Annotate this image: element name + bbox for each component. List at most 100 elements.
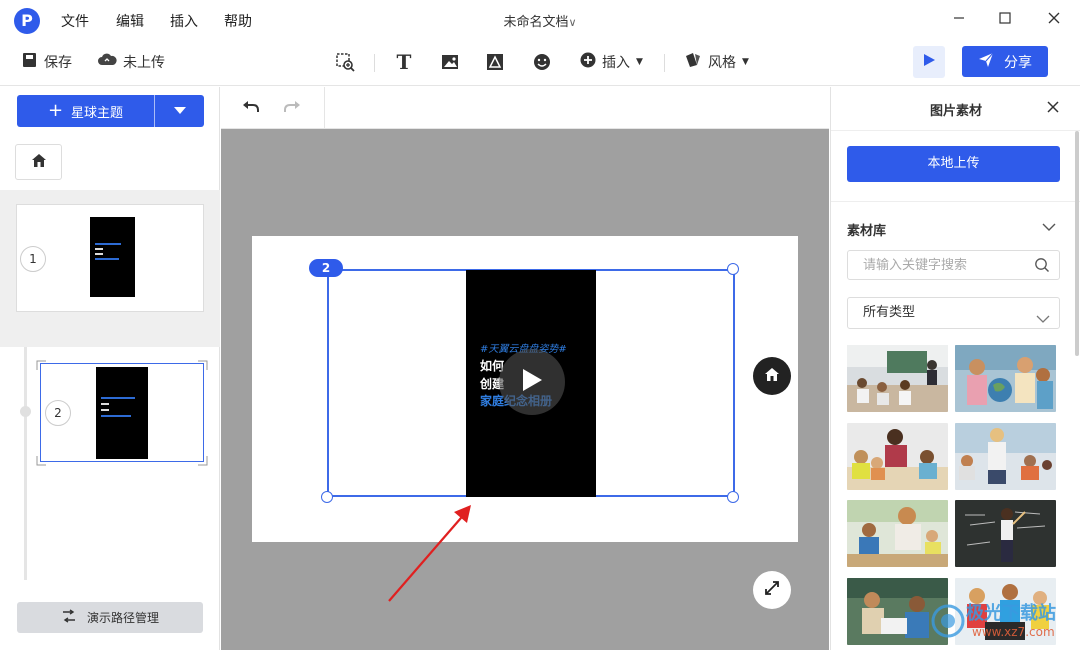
- caret-down-icon: [174, 104, 186, 119]
- watermark: 极光下载站 www.xz7.com: [928, 597, 1078, 649]
- save-icon: [22, 52, 38, 72]
- chevron-down-icon: [1036, 306, 1050, 336]
- insert-button[interactable]: 插入 ▼: [580, 52, 643, 72]
- redo-icon[interactable]: [282, 97, 304, 119]
- slide-thumbnail-1-row[interactable]: 1: [0, 190, 220, 347]
- save-label: 保存: [44, 55, 72, 71]
- image-tile-classroom[interactable]: [847, 345, 948, 412]
- play-icon: [521, 368, 543, 396]
- document-title-area: 未命名文档∨: [0, 11, 1080, 30]
- path-manager-label: 演示路径管理: [86, 611, 159, 625]
- image-icon[interactable]: [438, 50, 462, 74]
- menu-help[interactable]: 帮助: [224, 11, 252, 31]
- scrollbar[interactable]: [1075, 131, 1079, 356]
- divider: [831, 201, 1080, 202]
- text-icon[interactable]: T: [392, 50, 416, 74]
- canvas-toolbar: [221, 87, 829, 129]
- resize-handle-br[interactable]: [727, 491, 739, 503]
- slide[interactable]: 2 #天翼云盘盘姿势# 如何 创建 家庭纪念相册: [252, 236, 798, 542]
- emoji-icon[interactable]: [530, 50, 554, 74]
- main-toolbar: 保存 未上传 T 插入 ▼ 风格 ▼ 分享: [0, 40, 1080, 86]
- share-label: 分享: [1004, 54, 1032, 71]
- plus-circle-icon: [580, 52, 596, 72]
- share-button[interactable]: 分享: [962, 46, 1048, 77]
- send-icon: [978, 52, 994, 72]
- search-box: [847, 250, 1060, 280]
- search-input[interactable]: [848, 251, 1028, 279]
- home-view-button[interactable]: [753, 357, 791, 395]
- path-dot: [20, 406, 31, 417]
- image-tile-globe[interactable]: [955, 345, 1056, 412]
- play-icon: [922, 53, 936, 71]
- image-assets-panel: 图片素材 本地上传 素材库 所有类型: [830, 87, 1080, 650]
- app-logo: P: [14, 8, 40, 34]
- home-icon: [765, 367, 779, 385]
- canvas[interactable]: 2 #天翼云盘盘姿势# 如何 创建 家庭纪念相册: [221, 129, 829, 650]
- type-select-value: 所有类型: [863, 305, 916, 320]
- toolbar-divider: [374, 54, 375, 72]
- document-title[interactable]: 未命名文档: [503, 15, 568, 30]
- insert-label: 插入: [602, 55, 630, 71]
- path-manager-button[interactable]: 演示路径管理: [17, 602, 203, 633]
- slide-number-2: 2: [45, 400, 71, 426]
- slide-number-1: 1: [20, 246, 46, 272]
- minimize-icon[interactable]: [944, 6, 974, 32]
- home-icon: [31, 153, 47, 172]
- image-tile-teacher-kids[interactable]: [847, 423, 948, 490]
- image-tile-teacher-class[interactable]: [955, 423, 1056, 490]
- chevron-down-icon[interactable]: [1042, 218, 1060, 236]
- toolbar-divider: [664, 54, 665, 72]
- frame-number-badge: 2: [309, 259, 343, 277]
- thumbnail-video: [90, 217, 135, 297]
- slides-panel: + 星球主题 1 2 演示路径管理: [0, 87, 220, 650]
- menu-edit[interactable]: 编辑: [116, 11, 144, 31]
- style-icon: [684, 52, 702, 72]
- shape-icon[interactable]: [483, 50, 507, 74]
- watermark-url: www.xz7.com: [972, 625, 1055, 639]
- watermark-logo: [931, 604, 965, 638]
- toolbar-divider: [324, 87, 325, 128]
- fullscreen-button[interactable]: [753, 571, 791, 609]
- local-upload-button[interactable]: 本地上传: [847, 146, 1060, 182]
- resize-handle-bl[interactable]: [321, 491, 333, 503]
- library-label: 素材库: [847, 224, 887, 239]
- expand-icon: [764, 580, 780, 600]
- theme-button-group: + 星球主题: [17, 95, 204, 127]
- video-element[interactable]: #天翼云盘盘姿势# 如何 创建 家庭纪念相册: [466, 270, 596, 497]
- red-arrow-annotation: [388, 505, 471, 602]
- home-button[interactable]: [15, 144, 62, 180]
- zoom-frame-icon[interactable]: [333, 50, 357, 74]
- style-button[interactable]: 风格 ▼: [684, 52, 749, 72]
- upload-status-label: 未上传: [123, 55, 165, 71]
- save-button[interactable]: 保存: [22, 52, 72, 72]
- close-icon[interactable]: [1039, 6, 1069, 32]
- maximize-icon[interactable]: [990, 6, 1020, 32]
- undo-icon[interactable]: [241, 97, 263, 119]
- resize-handle-tr[interactable]: [727, 263, 739, 275]
- cloud-icon: [97, 52, 117, 72]
- close-icon[interactable]: [1043, 97, 1063, 117]
- image-tile-chalkboard[interactable]: [955, 500, 1056, 567]
- type-select[interactable]: 所有类型: [847, 297, 1060, 329]
- menu-insert[interactable]: 插入: [170, 11, 198, 31]
- path-line: [24, 347, 27, 580]
- upload-status-button[interactable]: 未上传: [97, 52, 165, 72]
- plus-icon: +: [47, 100, 64, 121]
- title-bar: P 文件 编辑 插入 帮助 未命名文档∨: [0, 0, 1080, 40]
- video-play-button[interactable]: [499, 349, 565, 415]
- caret-down-icon: ▼: [636, 57, 643, 67]
- path-icon: [61, 609, 77, 626]
- play-button[interactable]: [913, 46, 945, 78]
- thumbnail-video: [96, 367, 148, 459]
- search-icon[interactable]: [1034, 257, 1050, 273]
- watermark-text: 极光下载站: [966, 603, 1056, 624]
- theme-dropdown-button[interactable]: [156, 95, 204, 127]
- chevron-down-icon[interactable]: ∨: [568, 16, 576, 29]
- image-tile-teacher-helping[interactable]: [847, 500, 948, 567]
- theme-label: 星球主题: [71, 105, 124, 121]
- menu-file[interactable]: 文件: [61, 11, 89, 31]
- style-label: 风格: [708, 55, 736, 71]
- caret-down-icon: ▼: [742, 57, 749, 67]
- divider: [831, 130, 1080, 131]
- theme-button[interactable]: + 星球主题: [17, 95, 155, 127]
